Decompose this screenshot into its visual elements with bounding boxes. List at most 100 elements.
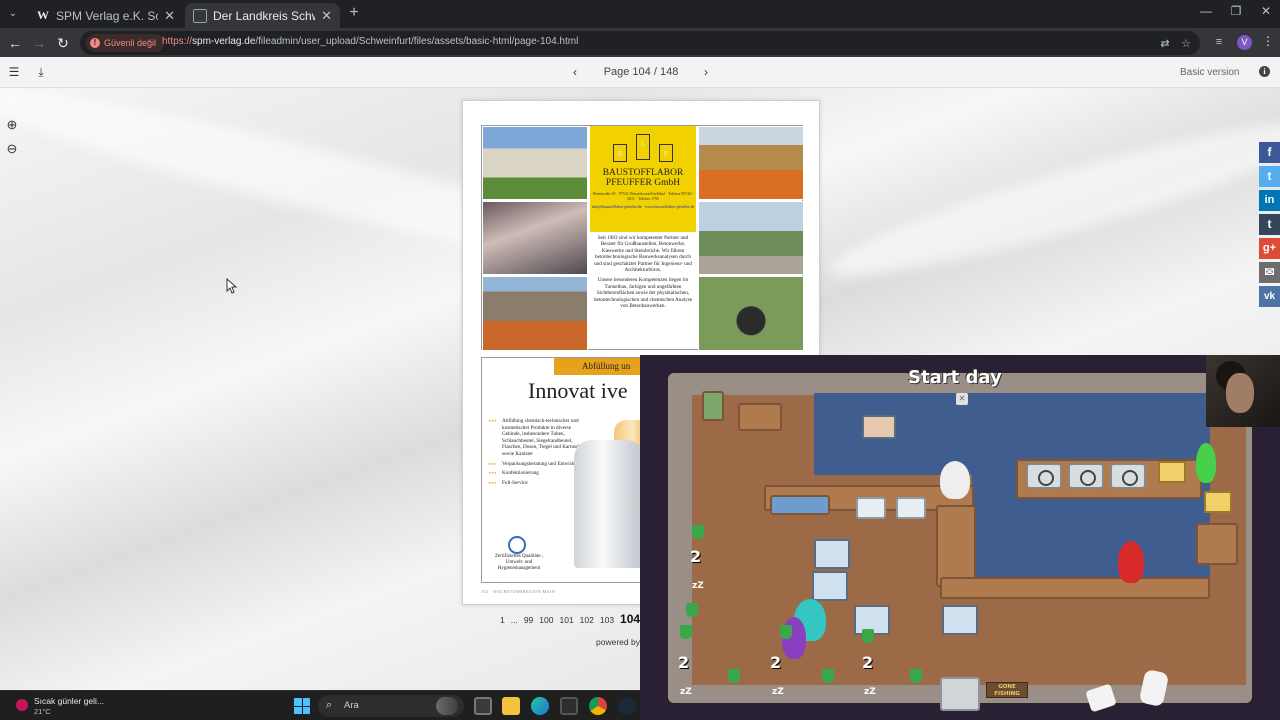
tab-close-icon[interactable]: ✕	[164, 8, 175, 24]
page-link[interactable]: 103	[600, 615, 614, 625]
coffee-table	[812, 571, 848, 601]
page-footer: 102 · WACHSTUMSREGION MAIN	[481, 589, 556, 594]
weather-temp: 21°C	[34, 707, 51, 716]
tab-close-icon[interactable]: ✕	[321, 8, 332, 24]
certificate-text: Zertifiziertes Qualitäts-, Umwelt- und H…	[494, 554, 544, 571]
chair	[680, 625, 692, 639]
certificate-icon	[508, 536, 526, 554]
photo-crane	[698, 201, 804, 275]
new-tab-icon[interactable]: +	[346, 5, 362, 21]
tab-search-icon[interactable]: ⌄	[4, 5, 22, 23]
page-link[interactable]: 102	[580, 615, 594, 625]
zoom-in-icon[interactable]: ⊕	[4, 117, 20, 133]
stove	[1110, 463, 1146, 489]
ad-logo-box: B L P BAUSTOFFLABOR PFEUFFER GmbH Weinst…	[590, 126, 696, 232]
close-window-icon[interactable]: ✕	[1258, 4, 1274, 22]
webcam-face	[1226, 373, 1254, 413]
chair	[692, 525, 704, 539]
powered-by-link[interactable]: powered by	[596, 637, 640, 647]
game-overlay: 2 2 2 2 zZ zZ zZ zZ Start day ✕ GONE FIS…	[640, 355, 1280, 720]
chair	[822, 669, 834, 683]
player-green	[1196, 443, 1216, 483]
zoom-out-icon[interactable]: ⊖	[4, 141, 20, 157]
tab-title: Der Landkreis Schweinfurt	[213, 8, 315, 23]
taskbar-search[interactable]: ⌕ Ara	[318, 695, 464, 717]
file-explorer-icon[interactable]	[502, 697, 520, 715]
table-count: 2	[690, 547, 702, 566]
page-link[interactable]: 99	[524, 615, 533, 625]
gone-fishing-sign: GONE FISHING	[986, 682, 1028, 698]
sleep-icon: zZ	[864, 687, 876, 697]
current-page-link: 104	[620, 612, 641, 626]
translate-icon[interactable]: ⇄	[1158, 37, 1172, 51]
favicon: W	[37, 8, 49, 22]
tab-title: SPM Verlag e.K. Schwabach	[56, 8, 158, 23]
vk-icon[interactable]: vk	[1259, 286, 1280, 307]
page-favicon-icon	[193, 8, 207, 23]
plate-stack	[940, 461, 970, 499]
stove	[1026, 463, 1062, 489]
info-icon[interactable]: i	[1259, 66, 1270, 77]
reading-list-icon[interactable]: ≡	[1212, 35, 1226, 49]
table-count: 2	[770, 653, 782, 672]
stove	[1068, 463, 1104, 489]
chair	[910, 669, 922, 683]
door	[940, 677, 980, 711]
search-icon: ⌕	[326, 699, 333, 711]
address-bar[interactable]: ! Güvenli değil https://spm-verlag.de/fi…	[80, 31, 1200, 55]
list-item: Abfüllung chemisch-technischer und kosme…	[488, 418, 588, 458]
steam-icon[interactable]	[618, 697, 636, 715]
restore-icon[interactable]: ❐	[1228, 4, 1244, 22]
list-icon[interactable]: ☰	[7, 65, 21, 79]
profile-avatar[interactable]: V	[1237, 35, 1252, 50]
chrome-icon[interactable]	[589, 697, 607, 715]
weather-icon[interactable]	[14, 697, 30, 715]
edge-icon[interactable]	[531, 697, 549, 715]
warning-icon: !	[90, 38, 100, 48]
reload-icon[interactable]: ↻	[54, 34, 72, 52]
table-count: 2	[862, 653, 874, 672]
google-plus-icon[interactable]: g+	[1259, 238, 1280, 259]
chair	[728, 669, 740, 683]
shelf	[738, 403, 782, 431]
serving-window	[770, 495, 830, 515]
linkedin-icon[interactable]: in	[1259, 190, 1280, 211]
store-icon[interactable]	[560, 697, 578, 715]
crate-green	[702, 391, 724, 421]
tumblr-icon[interactable]: t	[1259, 214, 1280, 235]
page-link[interactable]: 100	[539, 615, 553, 625]
prev-page-icon[interactable]: ‹	[569, 65, 581, 79]
background-swoosh	[821, 97, 1280, 299]
counter	[1196, 523, 1238, 565]
email-icon[interactable]: ✉	[1259, 262, 1280, 283]
minimize-icon[interactable]: —	[1198, 4, 1214, 22]
photo-building	[482, 126, 588, 200]
tab-landkreis[interactable]: Der Landkreis Schweinfurt ✕	[185, 3, 340, 28]
chair	[780, 625, 792, 639]
bookmark-star-icon[interactable]: ☆	[1179, 37, 1193, 51]
next-page-icon[interactable]: ›	[700, 65, 712, 79]
chair	[862, 629, 874, 643]
download-icon[interactable]: ⤓	[34, 65, 48, 79]
weather-text[interactable]: Sıcak günler geli...	[34, 696, 104, 706]
page-link[interactable]: 1	[500, 615, 505, 625]
page-ellipsis: ...	[510, 615, 518, 625]
security-chip[interactable]: ! Güvenli değil	[86, 34, 165, 52]
security-label: Güvenli değil	[104, 38, 157, 48]
facebook-icon[interactable]: f	[1259, 142, 1280, 163]
menu-icon[interactable]: ⋮	[1262, 34, 1274, 48]
basic-version-link[interactable]: Basic version	[1180, 67, 1239, 78]
windows-start-icon[interactable]	[294, 698, 310, 714]
blp-logo: B L P	[613, 134, 673, 162]
search-label: Ara	[344, 700, 359, 711]
task-view-icon[interactable]	[474, 697, 492, 715]
forward-icon[interactable]: →	[30, 34, 48, 52]
tab-spm-verlag[interactable]: W SPM Verlag e.K. Schwabach ✕	[28, 3, 183, 28]
sleep-icon: zZ	[772, 687, 784, 697]
page-link[interactable]: 101	[559, 615, 573, 625]
twitter-icon[interactable]: t	[1259, 166, 1280, 187]
counter	[936, 505, 976, 587]
sleep-icon: zZ	[692, 581, 704, 591]
back-icon[interactable]: ←	[6, 34, 24, 52]
counter-station	[814, 539, 850, 569]
